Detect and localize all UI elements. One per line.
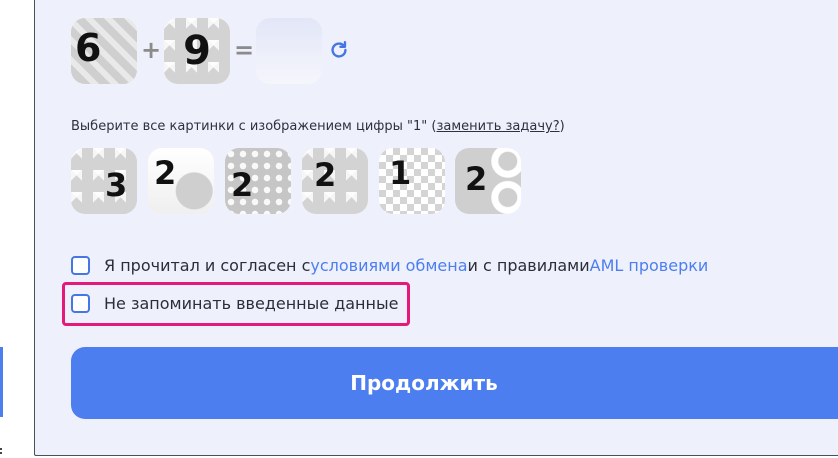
remember-row: Не запоминать введенные данные	[71, 294, 398, 313]
image-task-instruction: Выберите все картинки с изображением циф…	[71, 119, 565, 134]
image-tile-6[interactable]: 2	[455, 148, 521, 214]
instruction-close-paren: )	[559, 119, 565, 134]
image-tile-digit: 3	[105, 166, 128, 204]
image-tile-5[interactable]: 1	[379, 148, 445, 214]
continue-button[interactable]: Продолжить	[71, 347, 838, 419]
aml-rules-link[interactable]: AML проверки	[590, 256, 709, 275]
equals-sign: =	[234, 36, 255, 64]
captcha-digit-1-text: 6	[75, 26, 102, 70]
image-tile-digit: 2	[465, 160, 488, 198]
image-tile-4[interactable]: 2	[302, 148, 368, 214]
captcha-digit-2-text: 9	[183, 28, 211, 74]
edge-marks	[0, 448, 4, 454]
captcha-answer-input[interactable]	[256, 18, 322, 84]
agreement-checkbox[interactable]	[71, 256, 90, 275]
instruction-text: Выберите все картинки с изображением циф…	[71, 119, 437, 134]
image-tile-digit: 2	[154, 154, 177, 192]
plus-sign: +	[141, 36, 162, 64]
image-tile-2[interactable]: 2	[148, 148, 214, 214]
agreement-text: Я прочитал и согласен с	[104, 256, 311, 275]
image-tile-digit: 1	[389, 154, 412, 192]
agreement-text-middle: и с правилами	[467, 256, 590, 275]
refresh-icon[interactable]	[328, 39, 350, 61]
captcha-digit-2: 9	[164, 18, 230, 84]
exchange-terms-link[interactable]: условиями обмена	[310, 256, 467, 275]
agreement-row: Я прочитал и согласен с условиями обмена…	[71, 256, 708, 275]
image-tile-digit: 2	[314, 156, 337, 194]
dont-remember-checkbox[interactable]	[71, 294, 90, 313]
image-tile-3[interactable]: 2	[225, 148, 291, 214]
replace-task-link[interactable]: заменить задачу?	[437, 119, 560, 134]
captcha-digit-1: 6	[71, 18, 137, 84]
dont-remember-label[interactable]: Не запоминать введенные данные	[104, 294, 398, 313]
image-tile-1[interactable]: 3	[71, 148, 137, 214]
left-accent-strip	[0, 347, 3, 417]
image-tile-digit: 2	[231, 166, 254, 204]
